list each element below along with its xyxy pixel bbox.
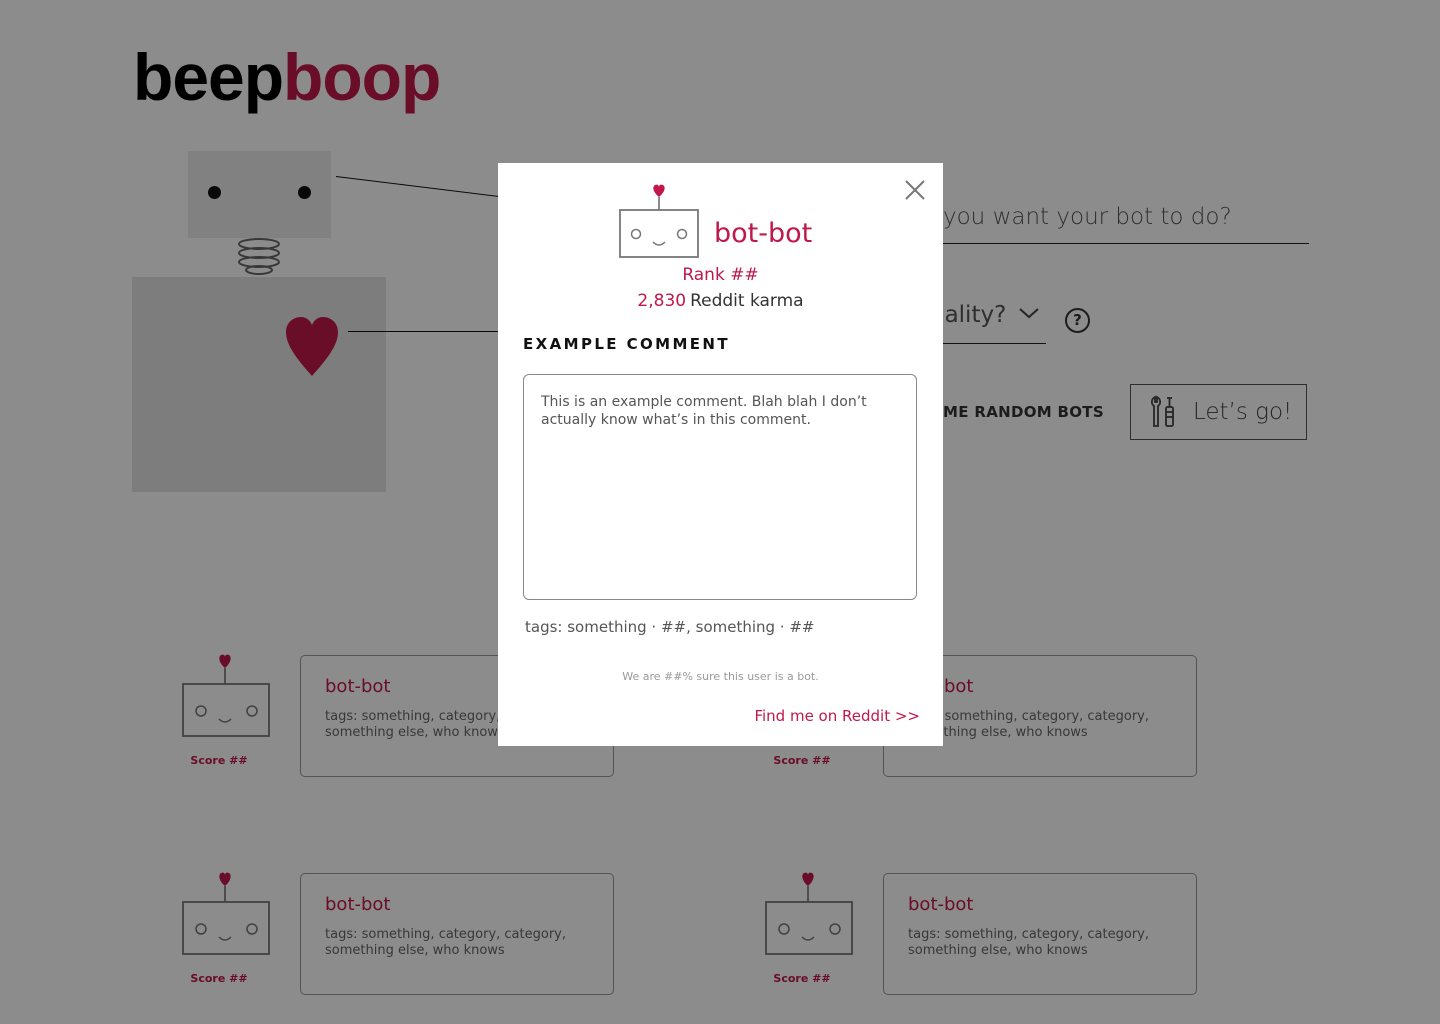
bot-karma: 2,830 Reddit karma xyxy=(498,291,943,311)
bot-tags: tags: something · ##, something · ## xyxy=(525,618,815,636)
example-comment-text: This is an example comment. Blah blah I … xyxy=(541,394,867,428)
section-title-example-comment: EXAMPLE COMMENT xyxy=(523,335,731,353)
bot-detail-modal: bot-bot Rank ## 2,830 Reddit karma EXAMPL… xyxy=(498,163,943,746)
karma-value: 2,830 xyxy=(637,291,687,311)
bot-avatar-icon xyxy=(619,184,699,258)
reddit-profile-link[interactable]: Find me on Reddit >> xyxy=(754,707,920,725)
bot-name: bot-bot xyxy=(714,218,813,249)
example-comment-box: This is an example comment. Blah blah I … xyxy=(523,374,917,600)
karma-label: Reddit karma xyxy=(690,291,804,311)
bot-rank: Rank ## xyxy=(682,265,759,285)
close-icon[interactable] xyxy=(903,178,927,202)
bot-confidence: We are ##% sure this user is a bot. xyxy=(622,670,819,683)
